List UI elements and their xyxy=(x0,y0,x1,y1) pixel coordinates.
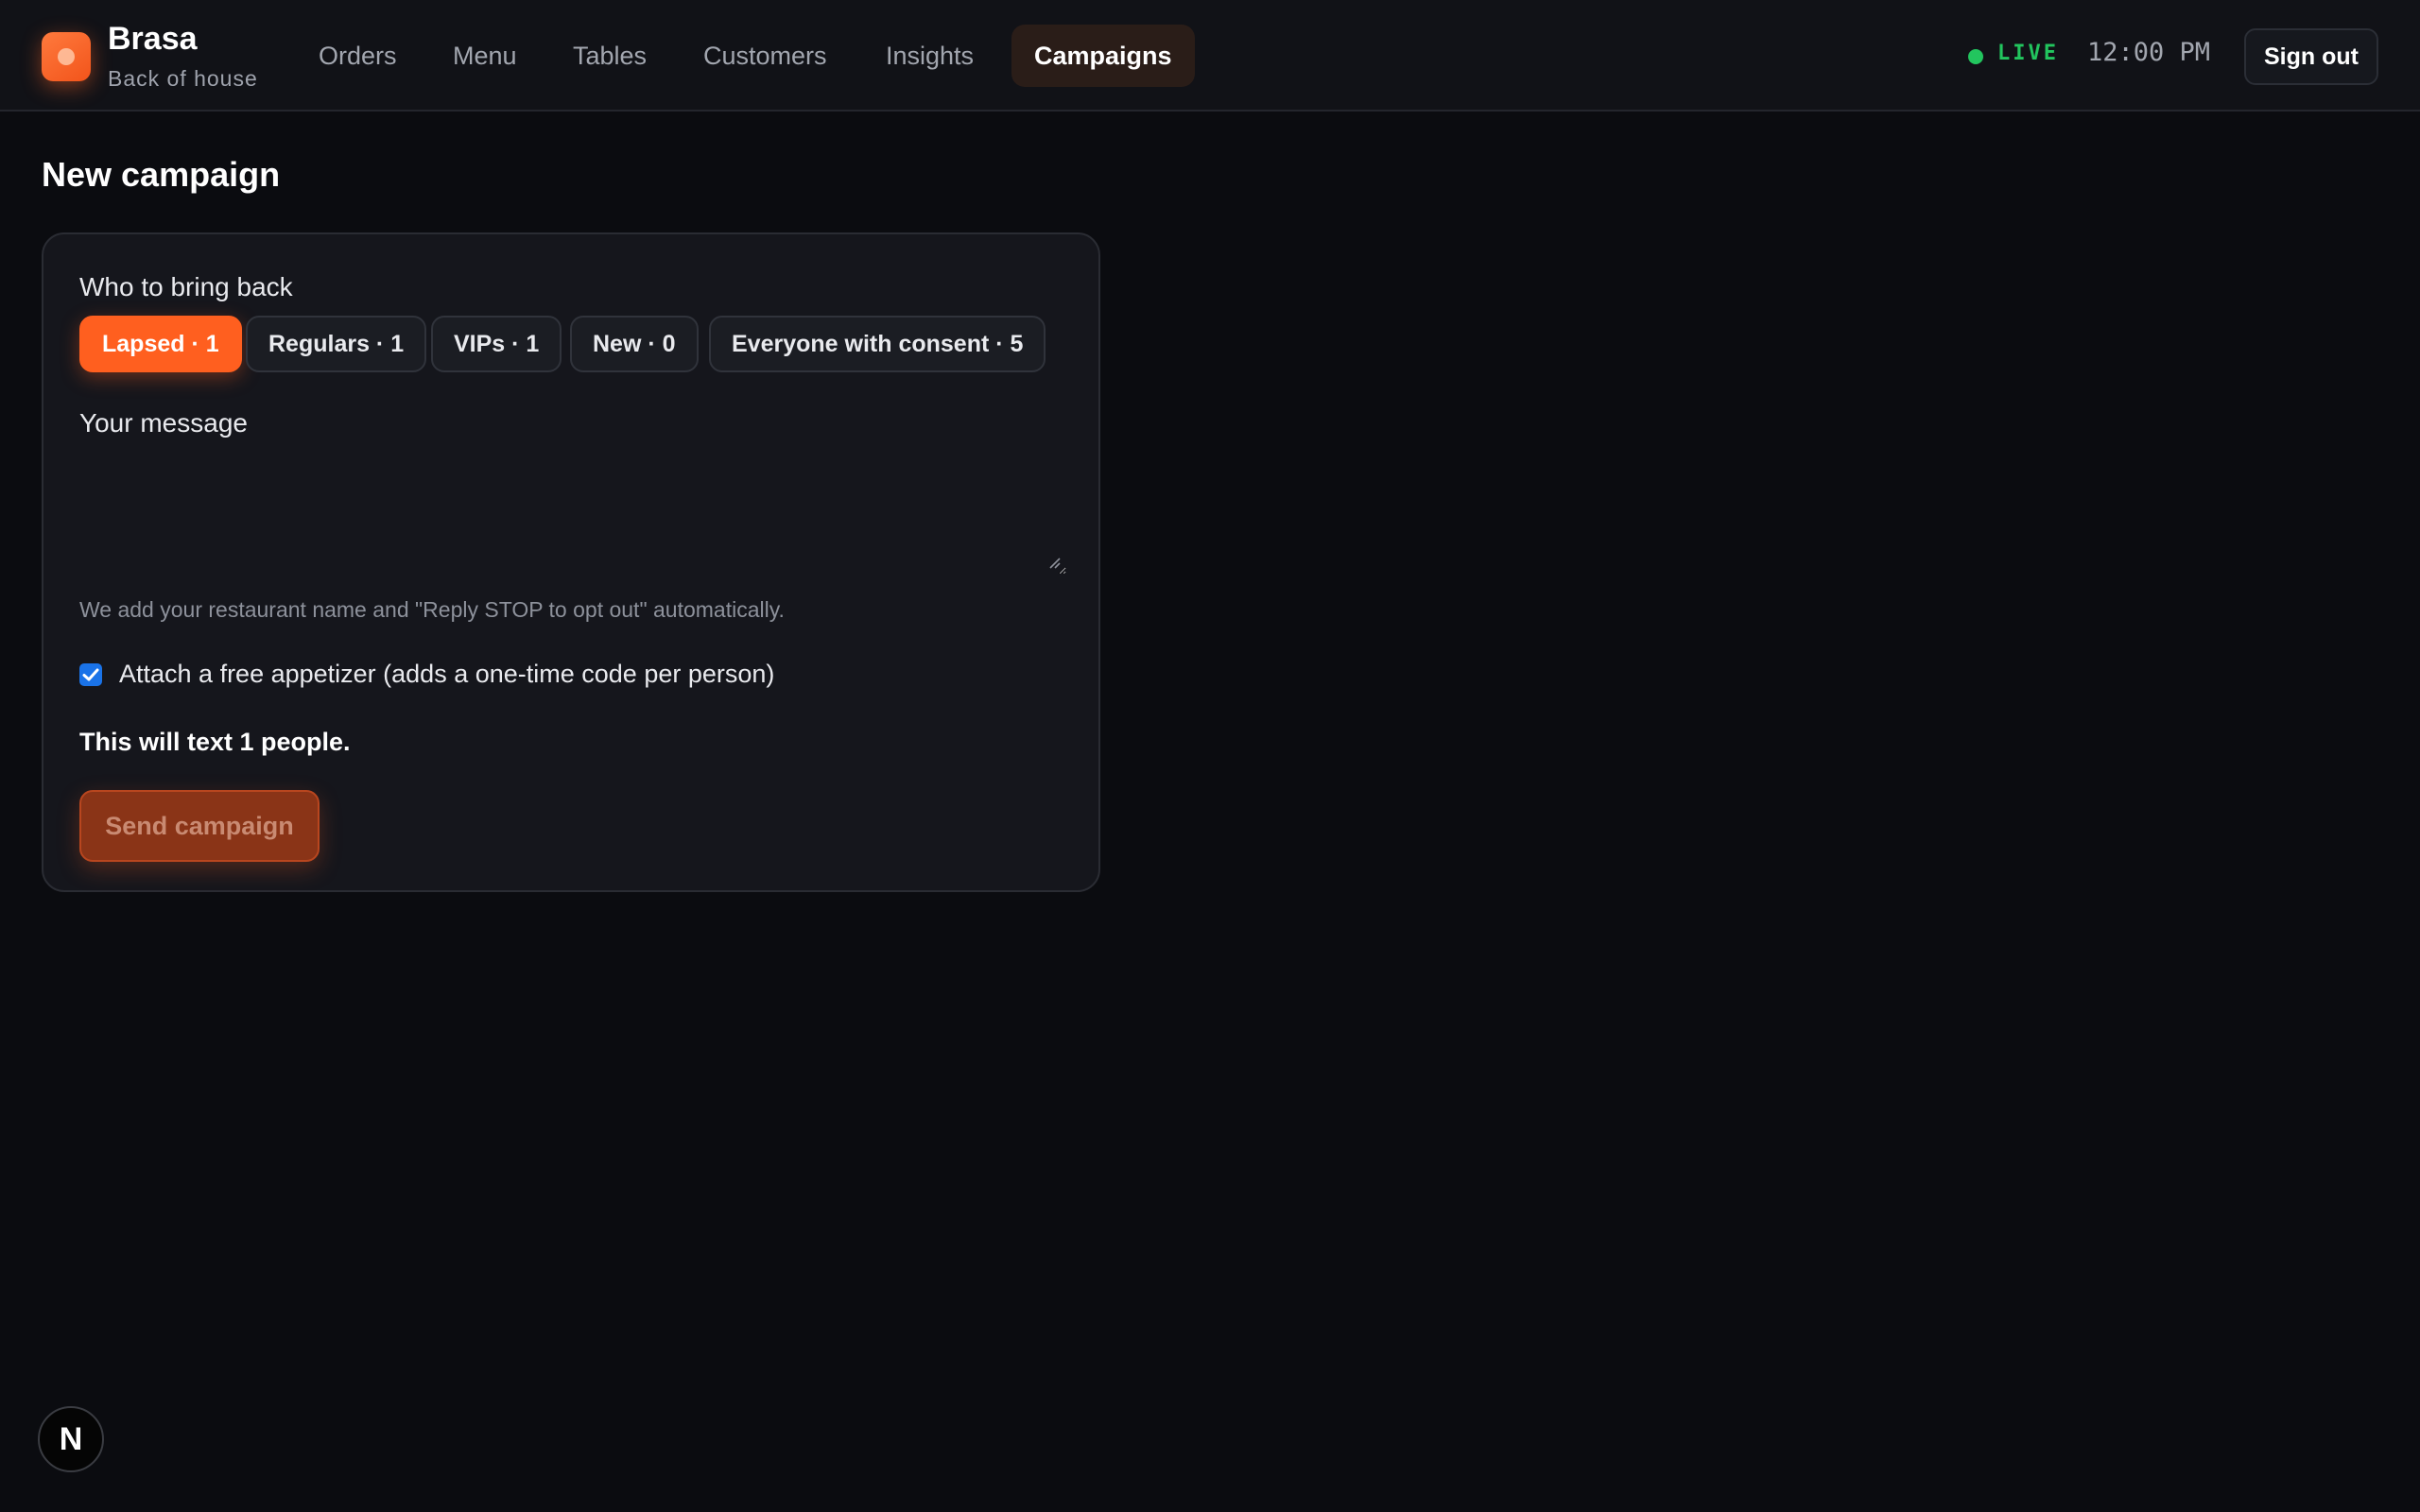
recipient-summary: This will text 1 people. xyxy=(79,728,351,756)
message-textarea[interactable] xyxy=(79,446,1066,575)
segment-chip-regulars[interactable]: Regulars · 1 xyxy=(246,316,427,372)
nav-item-menu[interactable]: Menu xyxy=(430,25,540,87)
message-hint: We add your restaurant name and "Reply S… xyxy=(79,597,785,622)
top-bar: Brasa Back of house Orders Menu Tables C… xyxy=(0,0,2420,112)
appetizer-checkbox-label[interactable]: Attach a free appetizer (adds a one-time… xyxy=(119,660,774,689)
send-campaign-button[interactable]: Send campaign xyxy=(79,790,320,862)
dev-tools-badge[interactable]: N xyxy=(38,1406,104,1472)
appetizer-checkbox[interactable] xyxy=(79,663,102,686)
segment-chip-everyone[interactable]: Everyone with consent · 5 xyxy=(709,316,1046,372)
nav-item-insights[interactable]: Insights xyxy=(863,25,996,87)
resize-handle-icon[interactable] xyxy=(1047,556,1061,569)
nav-item-orders[interactable]: Orders xyxy=(296,25,420,87)
nav-item-tables[interactable]: Tables xyxy=(550,25,669,87)
audience-label: Who to bring back xyxy=(79,272,293,301)
campaign-form-card: Who to bring back Lapsed · 1 Regulars · … xyxy=(42,232,1100,892)
brand-logo-icon xyxy=(42,32,91,81)
checkmark-icon xyxy=(82,668,99,681)
nav-item-customers[interactable]: Customers xyxy=(681,25,850,87)
page-title: New campaign xyxy=(42,155,281,194)
segment-chip-lapsed[interactable]: Lapsed · 1 xyxy=(79,316,242,372)
sign-out-button[interactable]: Sign out xyxy=(2244,28,2378,85)
segment-chip-new[interactable]: New · 0 xyxy=(570,316,699,372)
live-status-dot-icon xyxy=(1968,49,1983,64)
live-status-label: LIVE xyxy=(1997,42,2059,65)
message-label: Your message xyxy=(79,408,248,438)
brand-name: Brasa xyxy=(108,21,198,57)
nav-item-campaigns[interactable]: Campaigns xyxy=(1011,25,1195,87)
brand-subtitle: Back of house xyxy=(108,66,258,91)
segment-chip-vips[interactable]: VIPs · 1 xyxy=(431,316,562,372)
clock: 12:00 PM xyxy=(2087,38,2211,67)
